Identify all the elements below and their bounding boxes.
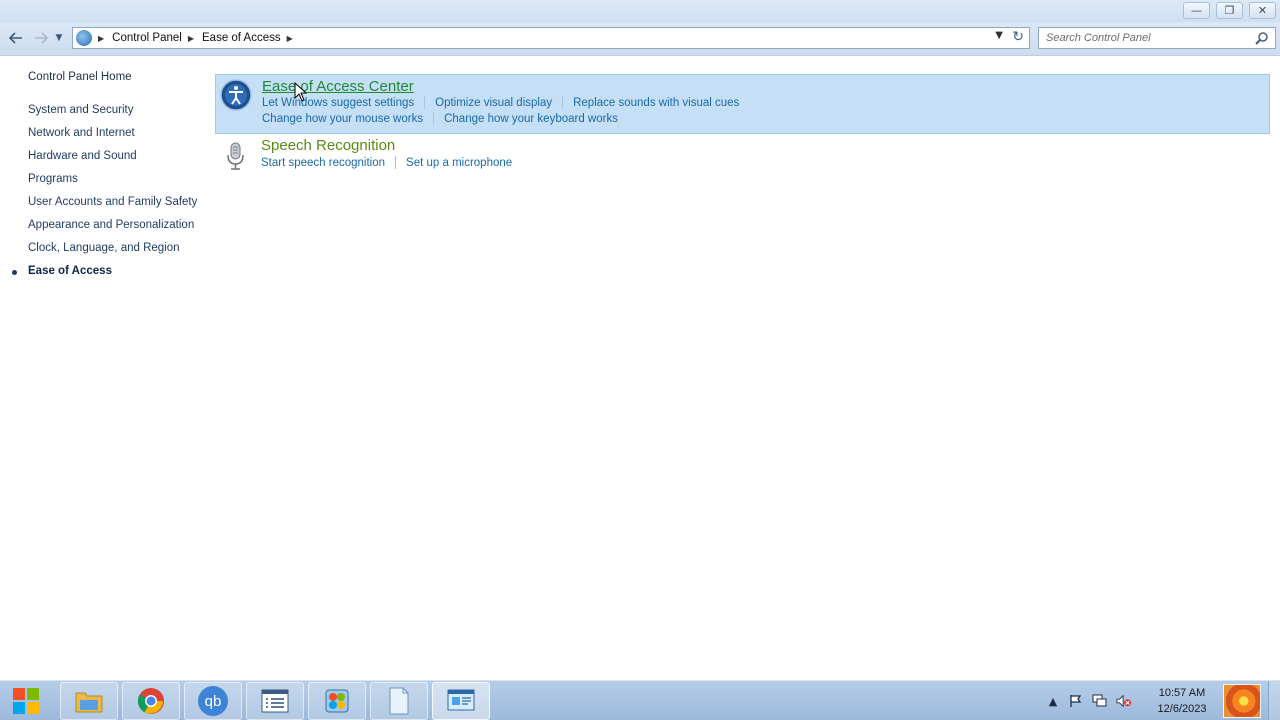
task-list-icon — [261, 689, 289, 713]
show-desktop-button[interactable] — [1268, 681, 1280, 720]
breadcrumb-separator-icon[interactable]: ▶ — [188, 34, 194, 43]
breadcrumb-separator-icon[interactable]: ▶ — [98, 34, 104, 43]
taskbar-paint[interactable] — [308, 682, 366, 720]
ease-of-access-links-row-2: Change how your mouse works Change how y… — [262, 112, 618, 125]
set-up-microphone-link[interactable]: Set up a microphone — [406, 157, 512, 169]
microphone-icon[interactable] — [219, 140, 251, 172]
back-button[interactable] — [6, 29, 26, 47]
ease-of-access-icon[interactable] — [220, 79, 252, 111]
notepad-icon — [389, 687, 409, 715]
sidebar-item-programs[interactable]: Programs — [28, 173, 78, 185]
sidebar-item-clock-language[interactable]: Clock, Language, and Region — [28, 242, 180, 254]
address-dropdown-icon[interactable]: ▼ — [995, 30, 1003, 41]
taskbar-notepad[interactable] — [370, 682, 428, 720]
breadcrumb-separator-icon[interactable]: ▶ — [287, 34, 293, 43]
link-divider — [433, 112, 435, 125]
minimize-button[interactable]: — — [1183, 2, 1210, 19]
replace-sounds-link[interactable]: Replace sounds with visual cues — [573, 97, 739, 109]
ease-of-access-links-row-1: Let Windows suggest settings Optimize vi… — [262, 96, 739, 109]
speech-recognition-link[interactable]: Speech Recognition — [261, 137, 395, 154]
let-windows-suggest-settings-link[interactable]: Let Windows suggest settings — [262, 97, 414, 109]
qbittorrent-icon: qb — [198, 686, 228, 716]
taskbar-task-list[interactable] — [246, 682, 304, 720]
system-clock[interactable]: 10:57 AM 12/6/2023 — [1150, 685, 1214, 717]
link-divider — [562, 96, 564, 109]
search-icon[interactable] — [1255, 31, 1269, 45]
sidebar-item-ease-of-access[interactable]: Ease of Access — [28, 265, 112, 277]
taskbar: qb ▲ 10:57 AM 12/6/2023 — [0, 680, 1280, 720]
paint-icon — [325, 689, 349, 713]
folder-icon — [75, 692, 103, 713]
taskbar-control-panel[interactable] — [432, 682, 490, 720]
breadcrumb-ease-of-access[interactable]: Ease of Access — [202, 32, 281, 44]
mouse-cursor-icon — [294, 82, 308, 102]
change-mouse-link[interactable]: Change how your mouse works — [262, 113, 423, 125]
volume-muted-icon[interactable] — [1116, 693, 1132, 709]
search-placeholder: Search Control Panel — [1046, 32, 1151, 44]
navigation-bar: ▼ ▶ Control Panel ▶ Ease of Access ▶ ▼ ↻… — [0, 22, 1280, 56]
chevron-down-icon: ▼ — [55, 33, 63, 43]
breadcrumb-control-panel[interactable]: Control Panel — [112, 32, 182, 44]
network-icon[interactable] — [1092, 693, 1108, 709]
change-keyboard-link[interactable]: Change how your keyboard works — [444, 113, 618, 125]
arrow-left-icon — [9, 32, 22, 44]
maximize-button[interactable]: ❐ — [1216, 2, 1243, 19]
show-hidden-icons-icon[interactable]: ▲ — [1045, 693, 1061, 709]
sidebar-item-user-accounts[interactable]: User Accounts and Family Safety — [28, 196, 197, 208]
clock-time: 10:57 AM — [1158, 687, 1206, 699]
title-bar: — ❐ ✕ — [0, 0, 1280, 22]
sidebar-item-hardware-sound[interactable]: Hardware and Sound — [28, 150, 137, 162]
left-navigation-pane: Control Panel Home System and Security N… — [0, 57, 210, 680]
chrome-icon — [137, 688, 164, 714]
control-panel-window-icon — [447, 689, 475, 711]
windows-logo-icon — [13, 688, 39, 714]
link-divider — [424, 96, 426, 109]
search-input[interactable]: Search Control Panel — [1038, 27, 1276, 49]
arrow-right-icon — [35, 32, 48, 44]
taskbar-chrome[interactable] — [122, 682, 180, 720]
close-button[interactable]: ✕ — [1249, 2, 1276, 19]
ease-of-access-center-link[interactable]: Ease of Access Center — [262, 78, 414, 95]
start-button[interactable] — [0, 682, 52, 720]
clock-date: 12/6/2023 — [1157, 703, 1207, 715]
category-speech-recognition[interactable]: Speech Recognition Start speech recognit… — [215, 136, 1270, 176]
user-picture-flower-icon[interactable] — [1223, 684, 1261, 718]
refresh-icon[interactable]: ↻ — [1012, 29, 1024, 45]
action-center-flag-icon[interactable] — [1068, 693, 1084, 709]
active-item-bullet-icon — [12, 270, 17, 275]
sidebar-item-system-security[interactable]: System and Security — [28, 104, 133, 116]
recent-pages-button[interactable]: ▼ — [52, 29, 66, 47]
forward-button[interactable] — [31, 29, 51, 47]
taskbar-qbittorrent[interactable]: qb — [184, 682, 242, 720]
sidebar-item-network-internet[interactable]: Network and Internet — [28, 127, 135, 139]
link-divider — [395, 156, 397, 169]
control-panel-home-link[interactable]: Control Panel Home — [28, 71, 132, 83]
address-bar[interactable]: ▶ Control Panel ▶ Ease of Access ▶ ▼ ↻ — [72, 27, 1030, 49]
optimize-visual-display-link[interactable]: Optimize visual display — [435, 97, 552, 109]
sidebar-item-appearance[interactable]: Appearance and Personalization — [28, 219, 194, 231]
category-ease-of-access-center[interactable]: Ease of Access Center Let Windows sugges… — [215, 74, 1270, 134]
start-speech-recognition-link[interactable]: Start speech recognition — [261, 157, 385, 169]
speech-recognition-links-row: Start speech recognition Set up a microp… — [261, 156, 512, 169]
control-panel-icon — [76, 30, 92, 46]
taskbar-file-explorer[interactable] — [60, 682, 118, 720]
